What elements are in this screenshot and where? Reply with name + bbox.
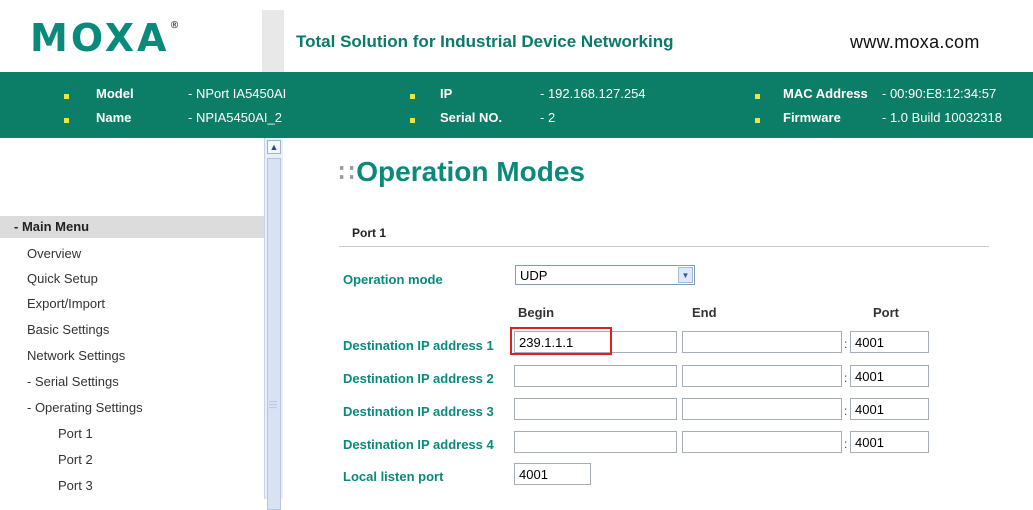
destination-ip-label-3: Destination IP address 3	[343, 404, 494, 419]
scrollbar-thumb[interactable]	[267, 158, 281, 510]
local-listen-port-label: Local listen port	[343, 469, 444, 484]
name-label: Name	[96, 110, 132, 125]
name-value: - NPIA5450AI_2	[188, 110, 282, 125]
sidebar-item-basic-settings[interactable]: Basic Settings	[27, 322, 109, 337]
destination-ip-begin-2[interactable]	[514, 365, 677, 387]
colon-separator: :	[844, 371, 848, 385]
col-begin: Begin	[518, 305, 555, 320]
firmware-value: - 1.0 Build 10032318	[882, 110, 1002, 125]
ip-label: IP	[440, 86, 453, 101]
sidebar-item-port2[interactable]: Port 2	[58, 452, 93, 467]
logo-separator	[262, 10, 284, 72]
serial-label: Serial NO.	[440, 110, 503, 125]
page-title-text: Operation Modes	[356, 156, 585, 187]
colon-separator: :	[844, 437, 848, 451]
bullet-icon	[755, 94, 760, 99]
destination-ip-end-2[interactable]	[682, 365, 842, 387]
chevron-down-icon[interactable]: ▼	[678, 267, 693, 283]
destination-ip-end-4[interactable]	[682, 431, 842, 453]
bullet-icon	[64, 118, 69, 123]
sidebar-item-quick-setup[interactable]: Quick Setup	[27, 271, 98, 286]
sidebar: - Main Menu Overview Quick Setup Export/…	[0, 138, 264, 499]
sidebar-item-port1[interactable]: Port 1	[58, 426, 93, 441]
operation-mode-label: Operation mode	[343, 272, 443, 287]
local-listen-port-input[interactable]: 4001	[514, 463, 591, 485]
colon-separator: :	[844, 337, 848, 351]
firmware-label: Firmware	[783, 110, 841, 125]
destination-port-3[interactable]: 4001	[850, 398, 929, 420]
sidebar-item-overview[interactable]: Overview	[27, 246, 81, 261]
logo-text: MOXA	[30, 16, 170, 60]
colon-separator: :	[844, 404, 848, 418]
destination-ip-end-3[interactable]	[682, 398, 842, 420]
mac-label: MAC Address	[783, 86, 868, 101]
title-dots-icon: ∷	[339, 160, 355, 187]
section-title: Port 1	[352, 226, 387, 240]
destination-ip-end-1[interactable]	[682, 331, 842, 353]
registered-mark: ®	[169, 20, 180, 31]
col-end: End	[692, 305, 717, 320]
header: MOXA® Total Solution for Industrial Devi…	[0, 0, 1033, 72]
main-content: ∷Operation Modes Port 1 Operation mode U…	[290, 138, 1033, 499]
destination-ip-label-4: Destination IP address 4	[343, 437, 494, 452]
sidebar-item-serial-settings[interactable]: - Serial Settings	[27, 374, 119, 389]
page-title: ∷Operation Modes	[339, 156, 585, 188]
operation-mode-select[interactable]: UDP ▼	[515, 265, 695, 285]
bullet-icon	[755, 118, 760, 123]
port-section-header: Port 1	[339, 224, 989, 247]
mac-value: - 00:90:E8:12:34:57	[882, 86, 997, 101]
highlight-annotation	[510, 327, 612, 355]
bullet-icon	[410, 118, 415, 123]
col-port: Port	[873, 305, 899, 320]
moxa-logo[interactable]: MOXA®	[30, 16, 179, 60]
tagline: Total Solution for Industrial Device Net…	[296, 32, 674, 51]
destination-ip-label-2: Destination IP address 2	[343, 371, 494, 386]
model-label: Model	[96, 86, 134, 101]
device-info-bar: Model - NPort IA5450AI Name - NPIA5450AI…	[0, 72, 1033, 138]
destination-port-4[interactable]: 4001	[850, 431, 929, 453]
destination-ip-begin-3[interactable]	[514, 398, 677, 420]
destination-port-1[interactable]: 4001	[850, 331, 929, 353]
ip-value: - 192.168.127.254	[540, 86, 646, 101]
scroll-up-arrow-icon[interactable]: ▲	[267, 140, 281, 154]
sidebar-item-export-import[interactable]: Export/Import	[27, 296, 105, 311]
sidebar-item-port3[interactable]: Port 3	[58, 478, 93, 493]
model-value: - NPort IA5450AI	[188, 86, 287, 101]
destination-ip-begin-4[interactable]	[514, 431, 677, 453]
scrollbar-grip-icon: — — —	[269, 397, 277, 412]
operation-mode-value: UDP	[520, 268, 548, 283]
destination-port-2[interactable]: 4001	[850, 365, 929, 387]
bullet-icon	[410, 94, 415, 99]
bullet-icon	[64, 94, 69, 99]
sidebar-item-network-settings[interactable]: Network Settings	[27, 348, 125, 363]
sidebar-scrollbar[interactable]: ▲ — — —	[264, 138, 283, 510]
main-menu-header[interactable]: - Main Menu	[0, 216, 264, 238]
serial-value: - 2	[540, 110, 556, 125]
destination-ip-label-1: Destination IP address 1	[343, 338, 494, 353]
website-link[interactable]: www.moxa.com	[850, 32, 980, 53]
sidebar-item-operating-settings[interactable]: - Operating Settings	[27, 400, 143, 415]
